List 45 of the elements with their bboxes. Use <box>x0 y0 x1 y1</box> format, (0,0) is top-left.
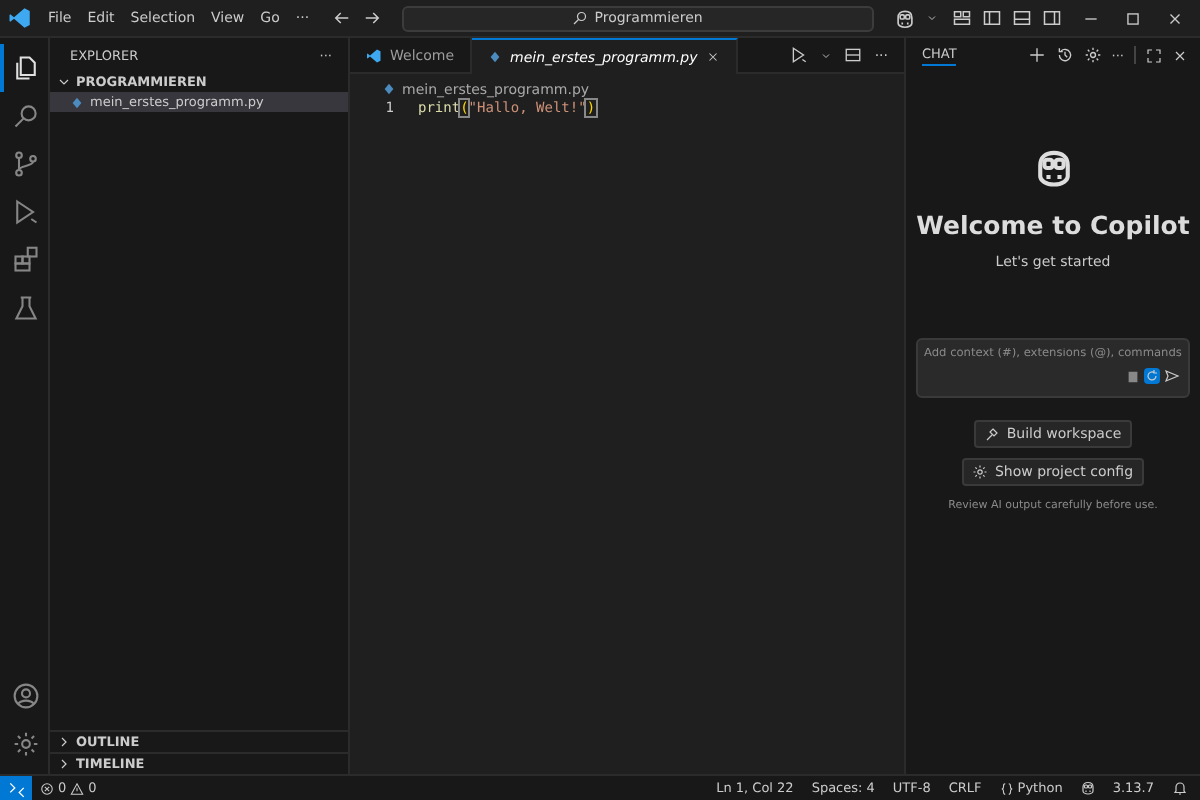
welcome-heading: Welcome to Copilot <box>916 210 1190 240</box>
run-icon[interactable] <box>12 198 40 226</box>
maximize-icon[interactable] <box>1146 47 1162 63</box>
search-icon <box>572 10 589 26</box>
python-file-icon <box>488 50 503 64</box>
settings-icon[interactable] <box>1083 46 1102 64</box>
caret-icon[interactable] <box>820 49 833 61</box>
gear-icon <box>972 464 989 480</box>
copilot-icon[interactable] <box>893 7 916 29</box>
attach-icon[interactable] <box>1126 369 1140 383</box>
send-icon[interactable] <box>1164 368 1180 384</box>
new-chat-icon[interactable] <box>1027 46 1046 64</box>
vscode-logo-icon <box>366 47 382 63</box>
extensions-icon[interactable] <box>12 246 40 274</box>
refresh-icon[interactable] <box>1144 368 1160 384</box>
close-icon[interactable] <box>705 50 720 64</box>
remote-icon <box>7 779 25 797</box>
vscode-logo-icon <box>8 6 32 30</box>
toggle-sidebar-icon[interactable] <box>982 8 1003 28</box>
remote-button[interactable] <box>0 776 32 800</box>
copilot-icon <box>1080 780 1097 796</box>
python-file-icon <box>70 95 84 109</box>
warning-icon <box>70 781 85 795</box>
close-icon[interactable] <box>1166 9 1185 27</box>
run-icon[interactable] <box>790 46 809 64</box>
braces-icon <box>999 781 1014 795</box>
history-icon[interactable] <box>1055 46 1074 64</box>
error-icon <box>40 781 54 795</box>
search-icon[interactable] <box>12 102 40 130</box>
forward-arrow-icon[interactable] <box>361 8 382 28</box>
back-arrow-icon[interactable] <box>331 8 352 28</box>
bell-icon[interactable] <box>1172 780 1188 796</box>
flask-icon[interactable] <box>12 294 40 322</box>
python-file-icon <box>382 82 396 96</box>
caret-icon[interactable] <box>925 12 938 24</box>
settings-icon[interactable] <box>12 730 40 758</box>
account-icon[interactable] <box>12 682 40 710</box>
branch-icon[interactable] <box>12 150 40 178</box>
files-icon[interactable] <box>12 54 40 82</box>
close-icon[interactable] <box>1172 47 1188 63</box>
customize-layout-icon[interactable] <box>952 8 973 28</box>
toggle-panel-icon[interactable] <box>1012 8 1033 28</box>
split-editor-icon[interactable] <box>844 46 863 64</box>
maximize-icon[interactable] <box>1124 9 1143 27</box>
toggle-secondary-sidebar-icon[interactable] <box>1042 8 1063 28</box>
